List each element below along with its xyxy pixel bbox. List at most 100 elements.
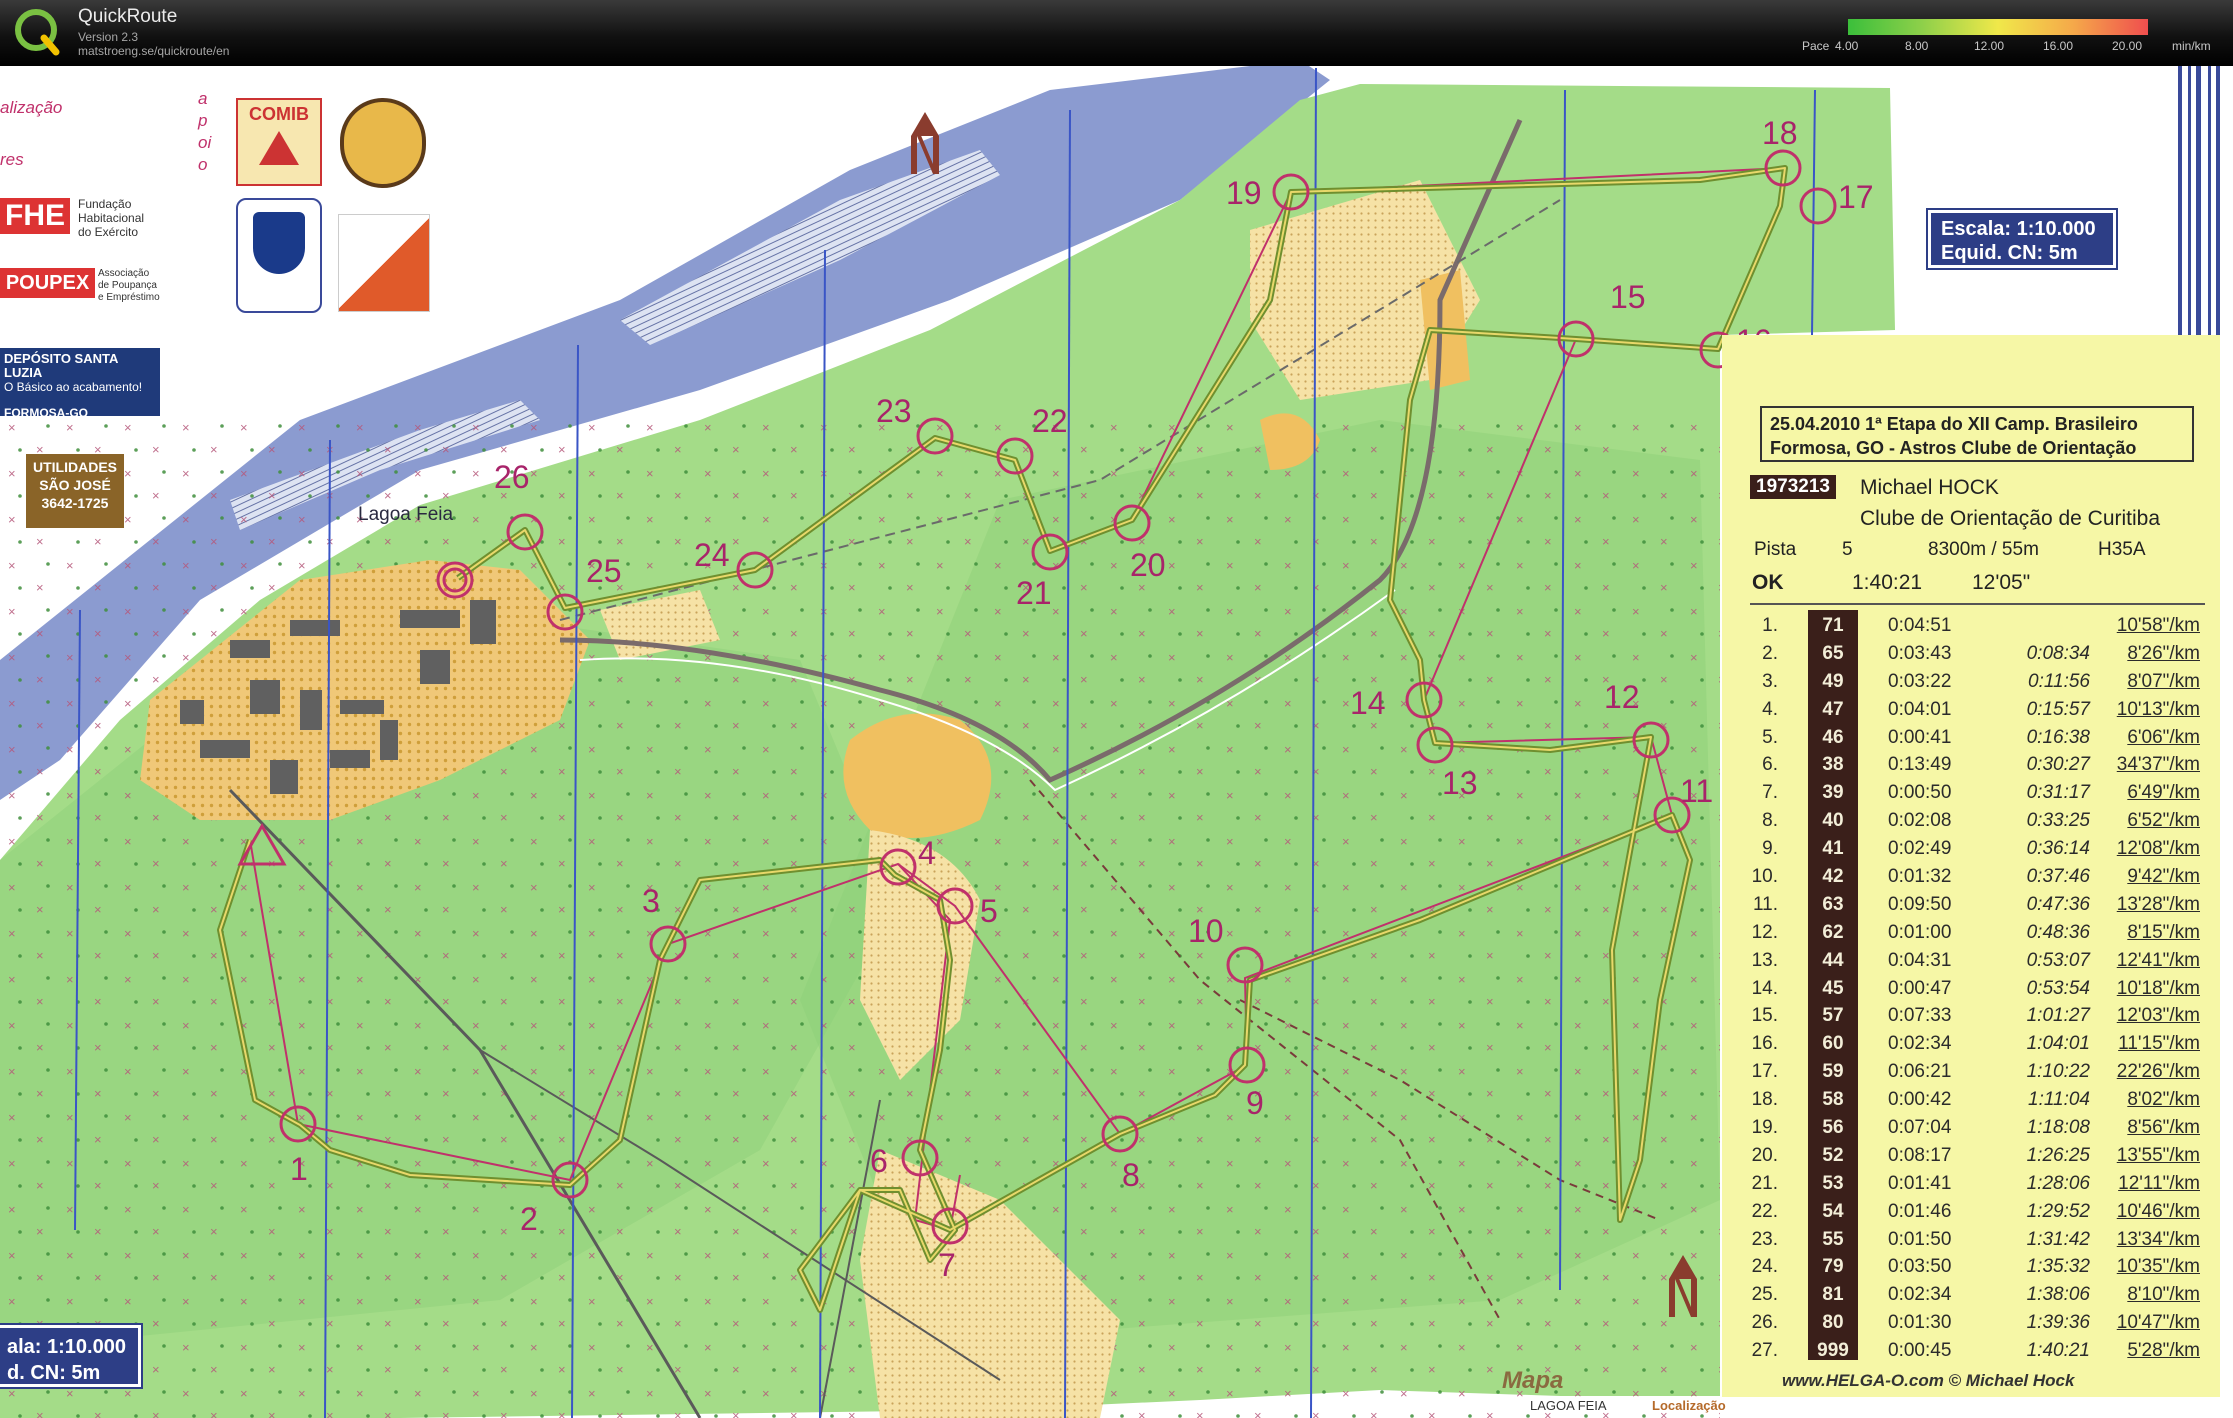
map-scale-box: Escala: 1:10.000 Equid. CN: 5m <box>1926 208 2118 270</box>
split-time: 0:02:49 <box>1888 838 1952 860</box>
split-time: 0:01:41 <box>1888 1172 1952 1194</box>
sponsor-label: res <box>0 150 24 169</box>
split-number: 6. <box>1762 754 1778 776</box>
split-row: 23. 55 0:01:50 1:31:42 13'34"/km <box>1722 1226 2220 1254</box>
control-code: 60 <box>1822 1033 1844 1055</box>
control-number: 21 <box>1016 575 1052 611</box>
fhe-logo: FHE <box>0 198 70 234</box>
control-number: 6 <box>870 1143 888 1179</box>
control-number: 24 <box>694 537 730 573</box>
split-row: 27. 999 0:00:45 1:40:21 5'28"/km <box>1722 1337 2220 1365</box>
split-time: 0:01:32 <box>1888 866 1952 888</box>
split-number: 17. <box>1751 1061 1778 1083</box>
control-number: 18 <box>1762 115 1798 151</box>
control-number: 17 <box>1838 179 1874 215</box>
control-number: 4 <box>918 835 936 871</box>
control-code: 63 <box>1822 893 1844 915</box>
split-row: 15. 57 0:07:33 1:01:27 12'03"/km <box>1722 1002 2220 1030</box>
split-number: 2. <box>1762 642 1778 664</box>
split-pace: 10'58"/km <box>2116 615 2200 636</box>
split-row: 9. 41 0:02:49 0:36:14 12'08"/km <box>1722 835 2220 863</box>
control-number: 26 <box>494 459 530 495</box>
control-number: 25 <box>586 553 622 589</box>
control-code: 52 <box>1822 1144 1844 1166</box>
control-code: 44 <box>1822 949 1844 971</box>
control-code: 59 <box>1822 1061 1844 1083</box>
split-time: 0:06:21 <box>1888 1061 1952 1083</box>
control-number: 5 <box>980 893 998 929</box>
split-pace: 6'52"/km <box>2127 810 2200 832</box>
control-code: 58 <box>1822 1089 1844 1111</box>
split-pace: 8'26"/km <box>2127 642 2200 664</box>
split-number: 5. <box>1762 726 1778 748</box>
split-number: 11. <box>1752 893 1778 915</box>
split-number: 1. <box>1762 615 1778 636</box>
orienteering-flag-icon <box>338 214 430 312</box>
star-icon <box>259 131 299 165</box>
split-time: 0:03:43 <box>1888 642 1952 664</box>
control-number: 9 <box>1246 1085 1264 1121</box>
course-distance: 8300m / 55m <box>1928 539 2039 560</box>
split-time: 0:01:00 <box>1888 921 1952 943</box>
split-row: 19. 56 0:07:04 1:18:08 8'56"/km <box>1722 1114 2220 1142</box>
course-category: H35A <box>2098 539 2146 560</box>
split-pace: 8'15"/km <box>2127 921 2200 943</box>
club-shield-icon <box>236 198 322 313</box>
control-number: 14 <box>1350 685 1386 721</box>
control-code: 62 <box>1822 921 1844 943</box>
split-pace: 5'28"/km <box>2127 1340 2200 1362</box>
split-number: 9. <box>1762 838 1778 860</box>
apoio-label: apoio <box>198 89 212 174</box>
split-row: 3. 49 0:03:22 0:11:56 8'07"/km <box>1722 668 2220 696</box>
control-code: 42 <box>1822 866 1844 888</box>
split-row: 13. 44 0:04:31 0:53:07 12'41"/km <box>1722 947 2220 975</box>
vegetation-symbols <box>0 420 1720 1418</box>
cumulative-time: 0:30:27 <box>2026 754 2090 776</box>
control-code: 38 <box>1822 754 1844 776</box>
split-row: 1. 71 0:04:51 10'58"/km <box>1722 612 2220 640</box>
split-number: 16. <box>1751 1033 1778 1055</box>
control-number: 8 <box>1122 1157 1140 1193</box>
control-code: 53 <box>1822 1172 1844 1194</box>
split-pace: 12'41"/km <box>2116 949 2200 971</box>
control-number: 10 <box>1188 913 1224 949</box>
control-number: 11 <box>1680 773 1713 809</box>
pace-tick: 12.00 <box>1974 39 2005 53</box>
split-number: 25. <box>1751 1284 1778 1306</box>
control-code: 45 <box>1822 977 1844 999</box>
split-number: 15. <box>1751 1005 1778 1027</box>
split-pace: 22'26"/km <box>2116 1061 2200 1083</box>
split-number: 3. <box>1762 670 1778 692</box>
control-number: 23 <box>876 393 912 429</box>
results-card: 25.04.2010 1ª Etapa do XII Camp. Brasile… <box>1722 335 2220 1397</box>
control-number: 22 <box>1032 403 1068 439</box>
split-row: 4. 47 0:04:01 0:15:57 10'13"/km <box>1722 696 2220 724</box>
result-status: OK <box>1752 571 1784 594</box>
split-time: 0:04:31 <box>1888 949 1952 971</box>
split-pace: 9'42"/km <box>2127 866 2200 888</box>
control-code: 81 <box>1822 1284 1844 1306</box>
control-number: 13 <box>1442 765 1478 801</box>
control-code: 65 <box>1822 642 1844 664</box>
split-number: 8. <box>1762 810 1778 832</box>
total-time: 1:40:21 <box>1852 571 1923 594</box>
control-number: 2 <box>520 1201 538 1237</box>
split-row: 22. 54 0:01:46 1:29:52 10'46"/km <box>1722 1198 2220 1226</box>
map-footer-label: Localização <box>1652 1398 1726 1413</box>
split-time: 0:01:50 <box>1888 1228 1952 1250</box>
split-row: 18. 58 0:00:42 1:11:04 8'02"/km <box>1722 1086 2220 1114</box>
split-time: 0:07:04 <box>1888 1117 1952 1139</box>
course-number: 5 <box>1842 539 1853 560</box>
split-time: 0:02:08 <box>1888 810 1952 832</box>
control-code: 40 <box>1822 810 1844 832</box>
split-time: 0:13:49 <box>1888 754 1952 776</box>
control-number: 19 <box>1226 175 1262 211</box>
split-pace: 6'49"/km <box>2127 782 2200 804</box>
control-code: 47 <box>1822 698 1844 720</box>
pace-label: Pace <box>1802 39 1830 53</box>
split-time: 0:04:51 <box>1888 615 1952 636</box>
results-footer: www.HELGA-O.com © Michael Hock <box>1782 1371 2075 1390</box>
split-pace: 12'03"/km <box>2116 1005 2200 1027</box>
split-number: 13. <box>1751 949 1778 971</box>
pace-tick: 8.00 <box>1905 39 1929 53</box>
